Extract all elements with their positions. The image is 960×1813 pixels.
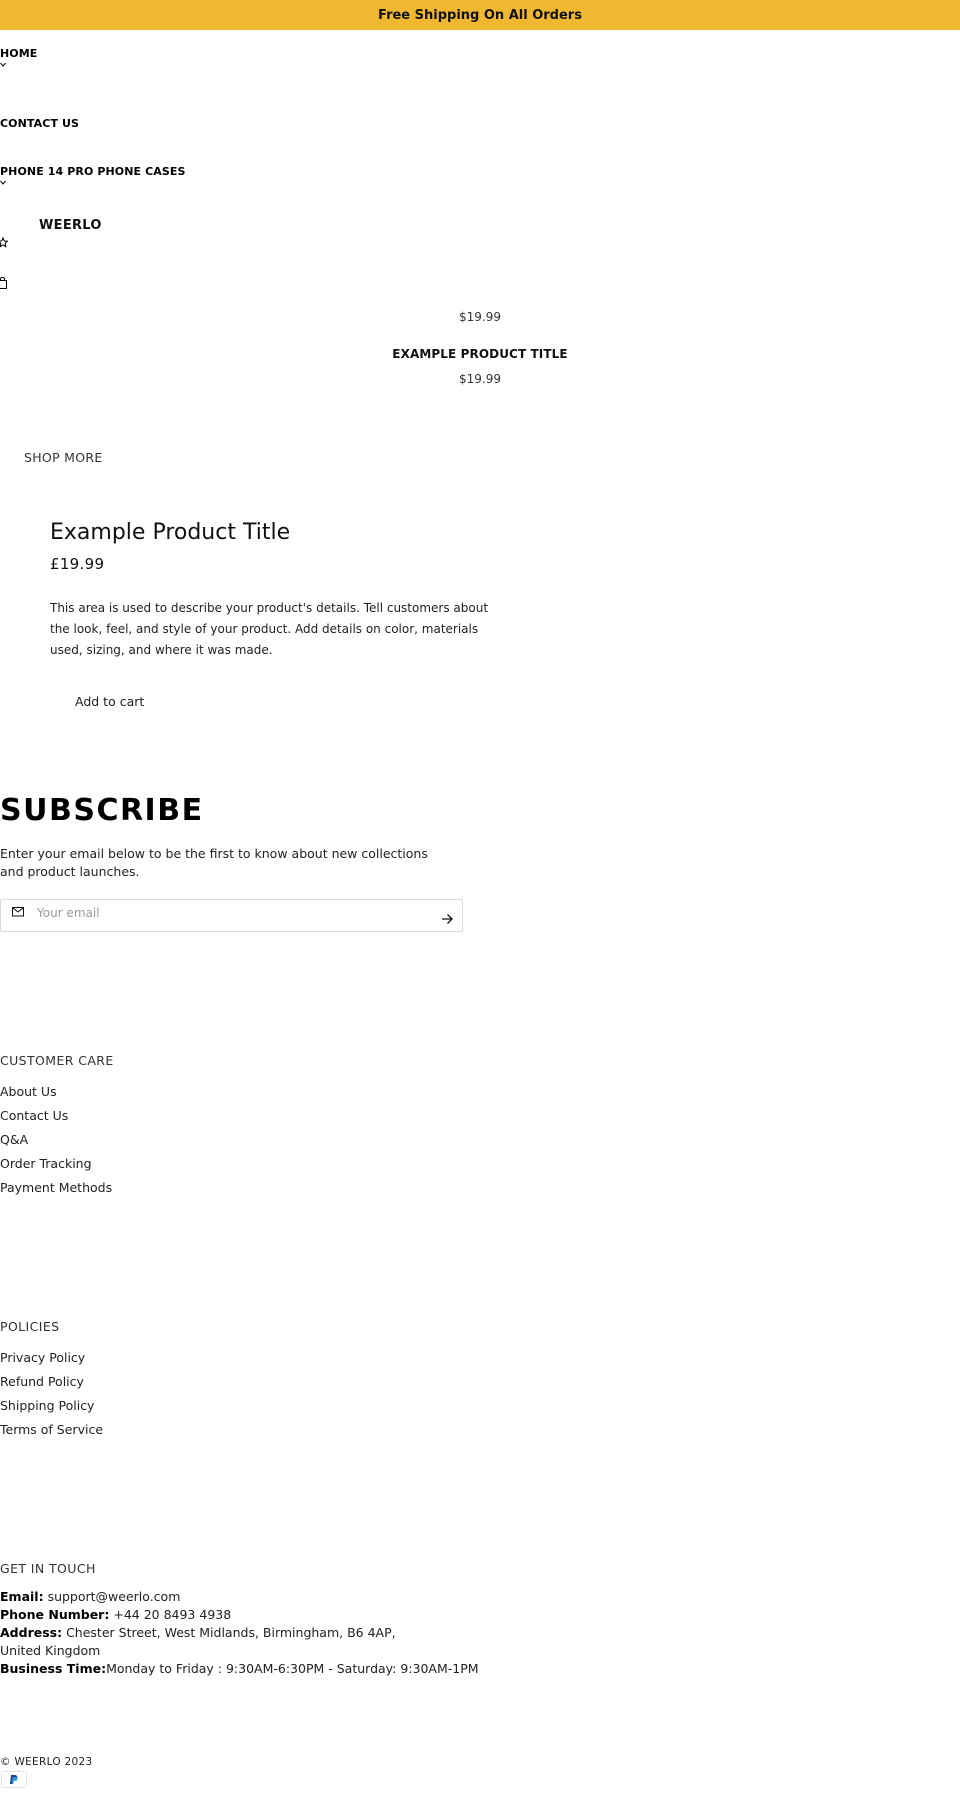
announcement-bar: Free Shipping On All Orders bbox=[0, 0, 960, 30]
contact-address: Address: Chester Street, West Midlands, … bbox=[0, 1624, 430, 1660]
nav-home[interactable]: HOME bbox=[0, 47, 37, 60]
footer-heading-customer-care: CUSTOMER CARE bbox=[0, 1053, 114, 1068]
chevron-down-icon[interactable] bbox=[0, 61, 6, 70]
footer-link-order-tracking[interactable]: Order Tracking bbox=[0, 1156, 92, 1171]
contact-phone-label: Phone Number: bbox=[0, 1607, 110, 1622]
shop-more-button[interactable]: SHOP MORE bbox=[24, 450, 103, 465]
product-price: $19.99 bbox=[459, 310, 501, 324]
shopping-bag-icon[interactable] bbox=[0, 277, 7, 289]
featured-product-title: Example Product Title bbox=[50, 520, 291, 545]
footer-heading-get-in-touch: GET IN TOUCH bbox=[0, 1561, 96, 1576]
contact-hours-label: Business Time: bbox=[0, 1661, 107, 1676]
product-price: $19.99 bbox=[459, 372, 501, 386]
footer-heading-policies: POLICIES bbox=[0, 1319, 60, 1334]
product-title[interactable]: EXAMPLE PRODUCT TITLE bbox=[0, 347, 960, 361]
contact-email-link[interactable]: support@weerlo.com bbox=[48, 1589, 181, 1604]
email-signup-form bbox=[0, 899, 463, 932]
footer-link-about-us[interactable]: About Us bbox=[0, 1084, 57, 1099]
contact-phone-link[interactable]: +44 20 8493 4938 bbox=[113, 1607, 231, 1622]
footer-link-terms-of-service[interactable]: Terms of Service bbox=[0, 1422, 103, 1437]
email-input[interactable] bbox=[37, 904, 417, 922]
add-to-cart-button[interactable]: Add to cart bbox=[63, 692, 156, 711]
footer-link-payment-methods[interactable]: Payment Methods bbox=[0, 1180, 112, 1195]
nav-contact-us[interactable]: CONTACT US bbox=[0, 117, 79, 130]
contact-hours-value: Monday to Friday : 9:30AM-6:30PM - Satur… bbox=[106, 1661, 479, 1676]
contact-hours: Business Time:Monday to Friday : 9:30AM-… bbox=[0, 1660, 479, 1678]
arrow-right-icon[interactable] bbox=[441, 910, 453, 929]
copyright-text: © WEERLO 2023 bbox=[0, 1756, 93, 1768]
contact-address-label: Address: bbox=[0, 1625, 63, 1640]
footer-link-privacy-policy[interactable]: Privacy Policy bbox=[0, 1350, 85, 1365]
nav-phone-cases[interactable]: PHONE 14 PRO PHONE CASES bbox=[0, 165, 186, 178]
footer-link-shipping-policy[interactable]: Shipping Policy bbox=[0, 1398, 94, 1413]
subscribe-heading: SUBSCRIBE bbox=[0, 793, 204, 828]
mail-icon bbox=[12, 902, 24, 921]
paypal-icon bbox=[1, 1771, 27, 1788]
brand-logo[interactable]: WEERLO bbox=[39, 218, 102, 233]
footer-link-refund-policy[interactable]: Refund Policy bbox=[0, 1374, 84, 1389]
star-icon[interactable] bbox=[0, 237, 8, 248]
announcement-text: Free Shipping On All Orders bbox=[378, 7, 582, 23]
subscribe-description: Enter your email below to be the first t… bbox=[0, 846, 428, 879]
footer-link-contact-us[interactable]: Contact Us bbox=[0, 1108, 68, 1123]
chevron-down-icon[interactable] bbox=[0, 179, 6, 188]
contact-phone: Phone Number: +44 20 8493 4938 bbox=[0, 1606, 430, 1624]
contact-email: Email: support@weerlo.com bbox=[0, 1588, 430, 1606]
featured-product-description: This area is used to describe your produ… bbox=[50, 601, 489, 657]
footer-link-qa[interactable]: Q&A bbox=[0, 1132, 28, 1147]
featured-product-price: £19.99 bbox=[50, 555, 105, 573]
contact-email-label: Email: bbox=[0, 1589, 44, 1604]
